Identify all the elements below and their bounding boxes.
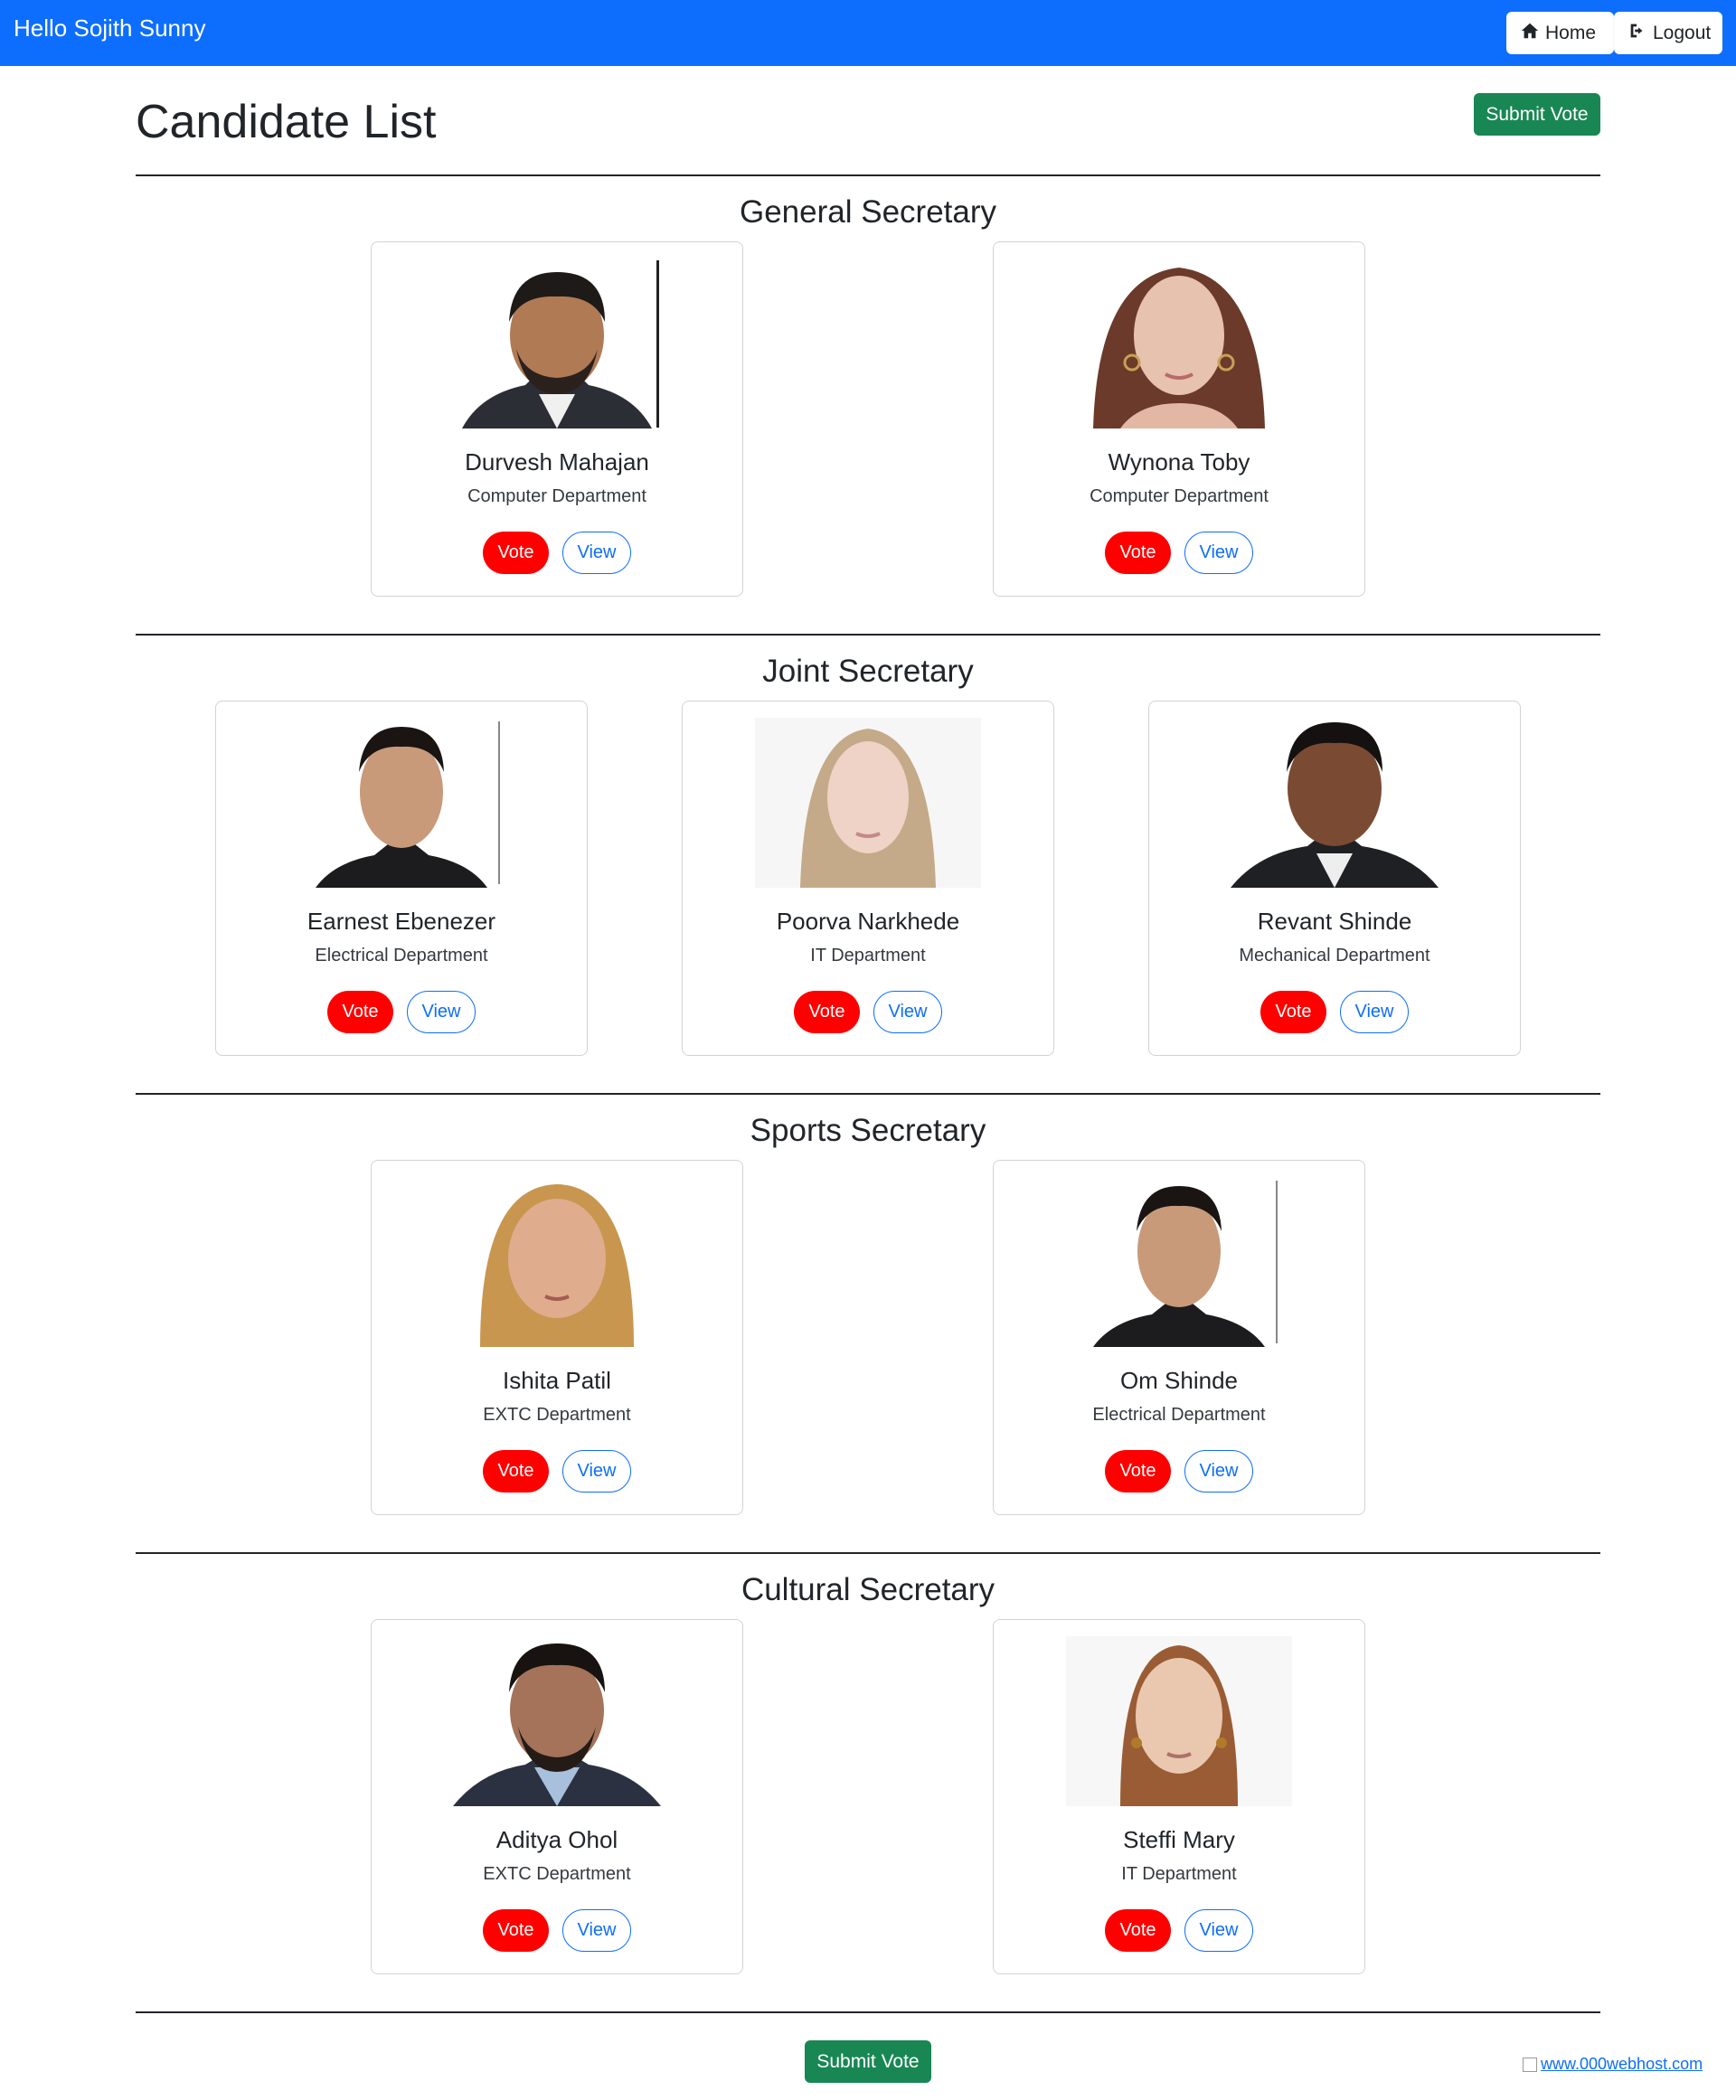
candidate-department: IT Department [1121, 1864, 1237, 1884]
home-button[interactable]: Home [1506, 12, 1614, 54]
vote-button[interactable]: Vote [483, 1450, 549, 1493]
candidate-department: Computer Department [467, 486, 646, 506]
candidate-photo [444, 1177, 670, 1347]
host-link-text: www.000webhost.com [1541, 2055, 1703, 2073]
candidate-department: Electrical Department [1092, 1405, 1266, 1425]
logout-button[interactable]: Logout [1614, 12, 1722, 54]
candidate-card: Wynona Toby Computer Department Vote Vie… [993, 241, 1365, 597]
view-button[interactable]: View [1184, 1909, 1253, 1952]
view-button[interactable]: View [1184, 1450, 1253, 1493]
vote-button[interactable]: Vote [1105, 532, 1171, 574]
candidate-department: EXTC Department [483, 1864, 631, 1884]
view-button[interactable]: View [873, 991, 942, 1033]
candidate-department: Computer Department [1090, 486, 1269, 506]
candidate-department: Mechanical Department [1239, 946, 1430, 965]
navbar: Hello Sojith Sunny Home Logout [0, 0, 1736, 66]
candidate-name: Durvesh Mahajan [465, 448, 649, 476]
candidate-name: Earnest Ebenezer [307, 908, 496, 935]
candidate-card: Om Shinde Electrical Department Vote Vie… [993, 1160, 1365, 1515]
candidate-photo [1222, 718, 1448, 888]
home-icon [1520, 21, 1540, 46]
candidate-photo [444, 1636, 670, 1806]
divider [136, 174, 1600, 176]
candidate-name: Ishita Patil [503, 1367, 611, 1394]
candidate-name: Steffi Mary [1123, 1826, 1235, 1853]
candidate-name: Aditya Ohol [495, 1826, 618, 1853]
user-greeting: Hello Sojith Sunny [14, 14, 206, 42]
candidate-photo [1066, 1636, 1292, 1806]
vote-button[interactable]: Vote [794, 991, 860, 1033]
section-title-joint-secretary: Joint Secretary [762, 654, 974, 689]
candidate-name: Wynona Toby [1108, 448, 1250, 476]
candidate-name: Revant Shinde [1257, 908, 1412, 935]
vote-button[interactable]: Vote [1105, 1909, 1171, 1952]
logout-label: Logout [1653, 22, 1712, 43]
candidate-card: Durvesh Mahajan Computer Department Vote… [371, 241, 743, 597]
host-link[interactable]: www.000webhost.com [1523, 2055, 1703, 2074]
candidate-photo [1066, 259, 1292, 428]
candidate-department: Electrical Department [315, 946, 488, 965]
page-title: Candidate List [136, 96, 437, 148]
vote-button[interactable]: Vote [327, 991, 393, 1033]
divider [136, 1093, 1600, 1095]
candidate-department: IT Department [810, 946, 926, 965]
view-button[interactable]: View [562, 1450, 631, 1493]
submit-vote-button-top[interactable]: Submit Vote [1474, 93, 1600, 136]
candidate-photo [1066, 1177, 1292, 1347]
section-title-cultural-secretary: Cultural Secretary [741, 1572, 995, 1607]
section-title-general-secretary: General Secretary [739, 194, 997, 230]
candidate-name: Om Shinde [1119, 1367, 1239, 1394]
candidate-photo [288, 718, 514, 888]
candidate-card: Poorva Narkhede IT Department Vote View [682, 701, 1054, 1056]
divider [136, 634, 1600, 636]
section-title-sports-secretary: Sports Secretary [750, 1113, 986, 1148]
divider [136, 2011, 1600, 2013]
logout-icon [1628, 21, 1647, 46]
candidate-name: Poorva Narkhede [776, 908, 960, 935]
vote-button[interactable]: Vote [483, 532, 549, 574]
candidate-card: Ishita Patil EXTC Department Vote View [371, 1160, 743, 1515]
view-button[interactable]: View [407, 991, 476, 1033]
vote-button[interactable]: Vote [1260, 991, 1326, 1033]
candidate-card: Aditya Ohol EXTC Department Vote View [371, 1619, 743, 1974]
candidate-photo [444, 259, 670, 428]
candidate-card: Earnest Ebenezer Electrical Department V… [215, 701, 588, 1056]
view-button[interactable]: View [1340, 991, 1409, 1033]
candidate-card: Steffi Mary IT Department Vote View [993, 1619, 1365, 1974]
submit-vote-button-bottom[interactable]: Submit Vote [805, 2040, 931, 2083]
candidate-department: EXTC Department [483, 1405, 631, 1425]
candidate-photo [755, 718, 981, 888]
home-label: Home [1545, 22, 1597, 43]
broken-image-icon [1523, 2058, 1537, 2073]
view-button[interactable]: View [562, 1909, 631, 1952]
view-button[interactable]: View [562, 532, 631, 574]
view-button[interactable]: View [1184, 532, 1253, 574]
candidate-card: Revant Shinde Mechanical Department Vote… [1148, 701, 1521, 1056]
divider [136, 1552, 1600, 1554]
vote-button[interactable]: Vote [1105, 1450, 1171, 1493]
vote-button[interactable]: Vote [483, 1909, 549, 1952]
